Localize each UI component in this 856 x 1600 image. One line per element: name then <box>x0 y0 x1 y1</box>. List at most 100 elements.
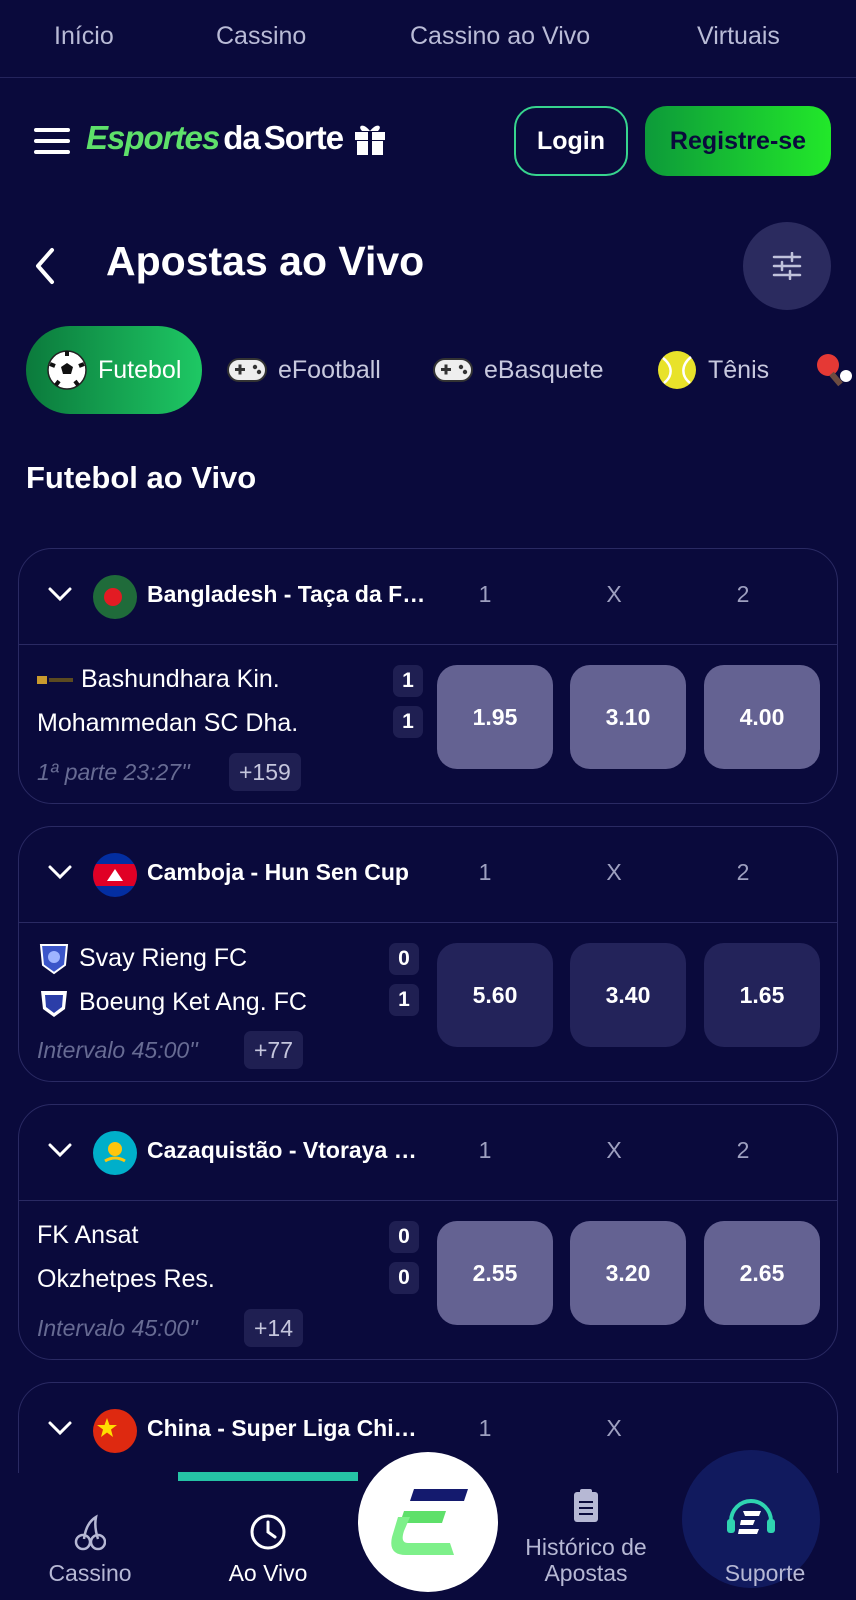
odd-button-draw[interactable]: 3.20 <box>570 1221 686 1325</box>
odd-button-home[interactable]: 1.95 <box>437 665 553 769</box>
bottomnav-label: Histórico de <box>525 1534 647 1560</box>
odds-header-1: 1 <box>478 1137 492 1163</box>
bottomnav-label: Suporte <box>724 1560 806 1586</box>
china-flag-icon <box>93 1409 137 1453</box>
away-score: 0 <box>389 1262 419 1294</box>
odds-header-1: 1 <box>478 859 492 885</box>
headset-e-icon <box>727 1499 775 1534</box>
league-name[interactable]: Bangladesh - Taça da Federação <box>147 581 427 608</box>
away-team-name: Okzhetpes Res. <box>37 1265 215 1293</box>
odd-button-draw[interactable]: 3.10 <box>570 665 686 769</box>
clock-icon <box>248 1512 288 1552</box>
kazakhstan-flag-icon <box>93 1131 137 1175</box>
chevron-down-icon[interactable] <box>47 1141 73 1159</box>
league-name[interactable]: Cazaquistão - Vtoraya Liga <box>147 1137 427 1164</box>
home-team-name: FK Ansat <box>37 1221 139 1249</box>
tab-tenis-de-mesa[interactable] <box>814 326 856 414</box>
odd-button-home[interactable]: 2.55 <box>437 1221 553 1325</box>
tab-tenis[interactable]: Tênis <box>656 326 769 414</box>
chevron-down-icon[interactable] <box>47 863 73 881</box>
bottomnav-historico[interactable]: Histórico de Apostas <box>506 1473 666 1600</box>
logo-part-da: da <box>223 119 261 156</box>
ping-pong-icon <box>814 349 856 391</box>
home-team[interactable]: Svay Rieng FC <box>37 941 247 975</box>
team-logo-icon <box>39 944 69 975</box>
tab-futebol[interactable]: Futebol <box>26 326 202 414</box>
more-markets-button[interactable]: +159 <box>229 753 301 791</box>
chevron-down-icon[interactable] <box>47 1419 73 1437</box>
page-title: Apostas ao Vivo <box>106 238 425 284</box>
team-logo-icon <box>41 991 67 1017</box>
match-card-header: Camboja - Hun Sen Cup 1 X 2 <box>19 827 837 923</box>
active-tab-indicator <box>178 1472 358 1481</box>
home-logo-button[interactable] <box>358 1452 498 1592</box>
tab-label: Tênis <box>708 355 770 384</box>
match-status: 1ª parte 23:27'' <box>37 759 190 785</box>
brand-logo[interactable]: Esportes da Sorte <box>86 116 387 160</box>
topnav-inicio[interactable]: Início <box>54 22 114 51</box>
odds-header-x: X <box>606 581 622 607</box>
clipboard-icon <box>566 1486 606 1526</box>
bottomnav-label: Ao Vivo <box>228 1560 308 1586</box>
away-team[interactable]: Okzhetpes Res. <box>37 1265 215 1294</box>
register-button[interactable]: Registre-se <box>645 106 831 176</box>
match-card: Cazaquistão - Vtoraya Liga 1 X 2 FK Ansa… <box>18 1104 838 1360</box>
odd-button-home[interactable]: 5.60 <box>437 943 553 1047</box>
team-logo-icon <box>37 675 73 684</box>
bottomnav-label: Cassino <box>48 1560 132 1586</box>
top-nav: Início Cassino Cassino ao Vivo Virtuais <box>0 0 856 78</box>
away-team[interactable]: Boeung Ket Ang. FC <box>37 985 307 1019</box>
bottomnav-label: Apostas <box>544 1560 628 1586</box>
filter-button[interactable] <box>743 222 831 310</box>
more-markets-button[interactable]: +77 <box>244 1031 304 1069</box>
hamburger-menu-icon[interactable] <box>34 128 70 154</box>
topnav-cassino[interactable]: Cassino <box>216 22 306 51</box>
bottomnav-ao-vivo[interactable]: Ao Vivo <box>208 1473 328 1600</box>
away-team[interactable]: Mohammedan SC Dha. <box>37 709 298 738</box>
bottomnav-cassino[interactable]: Cassino <box>30 1473 150 1600</box>
section-title: Futebol ao Vivo <box>26 460 257 495</box>
sliders-icon <box>772 252 802 280</box>
away-score: 1 <box>389 984 419 1016</box>
odds-header-2: 2 <box>736 581 750 607</box>
tab-ebasquete[interactable]: eBasquete <box>432 326 604 414</box>
header: Esportes da Sorte Login Registre-se <box>0 78 856 204</box>
tab-label: eBasquete <box>484 355 604 384</box>
match-status: Intervalo 45:00'' <box>37 1037 198 1063</box>
gamepad-icon <box>226 349 268 391</box>
odd-button-away[interactable]: 2.65 <box>704 1221 820 1325</box>
odds-header-x: X <box>606 1137 622 1163</box>
odd-button-draw[interactable]: 3.40 <box>570 943 686 1047</box>
login-button[interactable]: Login <box>514 106 628 176</box>
chevron-down-icon[interactable] <box>47 585 73 603</box>
odds-header-x: X <box>606 1415 622 1441</box>
odds-header-1: 1 <box>478 581 492 607</box>
match-card: Bangladesh - Taça da Federação 1 X 2 Bas… <box>18 548 838 804</box>
odds-header-2: 2 <box>736 859 750 885</box>
odd-button-away[interactable]: 1.65 <box>704 943 820 1047</box>
league-name[interactable]: China - Super Liga Chinesa <box>147 1415 427 1442</box>
match-status: Intervalo 45:00'' <box>37 1315 198 1341</box>
match-card-header: Bangladesh - Taça da Federação 1 X 2 <box>19 549 837 645</box>
home-team[interactable]: FK Ansat <box>37 1221 138 1250</box>
back-arrow-icon[interactable] <box>30 244 60 288</box>
tab-label: eFootball <box>278 355 381 384</box>
cambodia-flag-icon <box>93 853 137 897</box>
odds-header-x: X <box>606 859 622 885</box>
tab-label: Futebol <box>98 355 182 384</box>
tab-efootball[interactable]: eFootball <box>226 326 381 414</box>
home-team-name: Bashundhara Kin. <box>81 665 280 693</box>
odds-header-1: 1 <box>478 1415 492 1441</box>
topnav-cassino-ao-vivo[interactable]: Cassino ao Vivo <box>410 22 590 51</box>
home-score: 0 <box>389 943 419 975</box>
brand-e-icon <box>391 1489 468 1555</box>
match-card: Camboja - Hun Sen Cup 1 X 2 Svay Rieng F… <box>18 826 838 1082</box>
tennis-ball-icon <box>656 349 698 391</box>
topnav-virtuais[interactable]: Virtuais <box>697 22 780 51</box>
bangladesh-flag-icon <box>93 575 137 619</box>
odd-button-away[interactable]: 4.00 <box>704 665 820 769</box>
more-markets-button[interactable]: +14 <box>244 1309 304 1347</box>
home-team[interactable]: Bashundhara Kin. <box>37 665 280 694</box>
league-name[interactable]: Camboja - Hun Sen Cup <box>147 859 427 886</box>
home-team-name: Svay Rieng FC <box>79 943 248 972</box>
